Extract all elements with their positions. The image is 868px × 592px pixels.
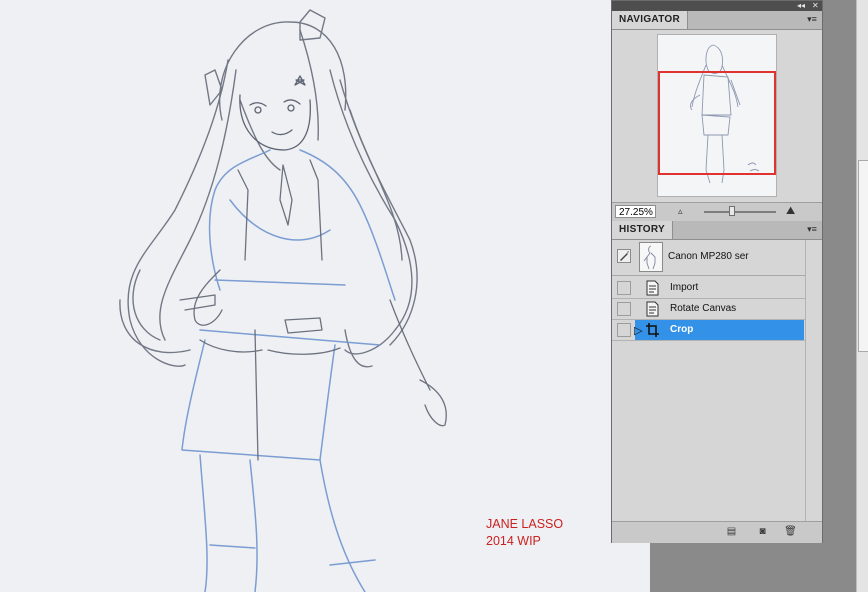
history-tabbar: HISTORY ▾≡: [612, 221, 822, 240]
history-state-label: Import: [670, 282, 699, 293]
history-brush-source-icon[interactable]: [617, 249, 631, 263]
mountain-small-icon[interactable]: ▵: [678, 206, 683, 217]
navigator-tabbar: NAVIGATOR ▾≡: [612, 11, 822, 30]
new-document-from-state-icon[interactable]: ▤: [725, 526, 738, 538]
history-state-row[interactable]: Import: [612, 278, 822, 299]
history-source-checkbox[interactable]: [617, 302, 631, 316]
history-source-checkbox[interactable]: [617, 281, 631, 295]
pencil-sketch-artwork: [119, 9, 447, 592]
close-icon[interactable]: ✕: [812, 1, 819, 11]
signature-name: JANE LASSO: [486, 517, 564, 531]
navigator-view-box[interactable]: [658, 71, 776, 175]
panel-dock: ◂◂ ✕ NAVIGATOR ▾≡ 27.25% ▵ ⛰ HISTORY ▾≡ …: [611, 0, 823, 543]
mountain-large-icon[interactable]: ⛰: [786, 205, 795, 218]
double-chevron-icon[interactable]: ◂◂: [797, 1, 805, 11]
zoom-input[interactable]: 27.25%: [615, 205, 656, 218]
tab-navigator[interactable]: NAVIGATOR: [612, 11, 689, 29]
current-state-arrow-icon: ▷: [634, 325, 643, 337]
camera-snapshot-icon[interactable]: ◙: [756, 526, 769, 538]
history-list: Canon MP280 ser Import Rotate Canvas ▷ C…: [612, 240, 822, 521]
document-icon: [645, 301, 660, 317]
history-state-row-selected[interactable]: ▷ Crop: [612, 320, 822, 341]
signature-year: 2014 WIP: [486, 534, 541, 548]
artist-signature: JANE LASSO 2014 WIP: [486, 516, 563, 550]
selection-highlight: [635, 320, 804, 340]
history-state-label: Rotate Canvas: [670, 303, 737, 314]
history-scrollbar[interactable]: [805, 240, 822, 521]
scrollbar-thumb[interactable]: [858, 160, 868, 352]
history-source-checkbox[interactable]: [617, 323, 631, 337]
document-icon: [645, 280, 660, 296]
document-canvas[interactable]: JANE LASSO 2014 WIP: [0, 0, 650, 592]
panel-menu-icon[interactable]: ▾≡: [805, 223, 819, 235]
zoom-slider[interactable]: [704, 211, 776, 213]
panel-title-strip: ◂◂ ✕: [612, 1, 822, 11]
navigator-zoom-bar: 27.25% ▵ ⛰: [612, 202, 822, 222]
snapshot-thumbnail: [639, 242, 663, 272]
history-footer: ▤ ◙ 🗑: [612, 521, 822, 543]
history-state-row[interactable]: Rotate Canvas: [612, 299, 822, 320]
trash-icon[interactable]: 🗑: [784, 526, 797, 538]
navigator-body: [612, 30, 822, 202]
history-state-label: Crop: [670, 324, 694, 335]
crop-icon: [645, 322, 660, 338]
snapshot-label: Canon MP280 ser: [668, 251, 749, 262]
vertical-scrollbar[interactable]: [856, 0, 868, 592]
history-snapshot[interactable]: Canon MP280 ser: [612, 240, 822, 276]
panel-menu-icon[interactable]: ▾≡: [805, 13, 819, 25]
tab-history[interactable]: HISTORY: [612, 221, 673, 239]
zoom-slider-handle[interactable]: [729, 206, 735, 216]
